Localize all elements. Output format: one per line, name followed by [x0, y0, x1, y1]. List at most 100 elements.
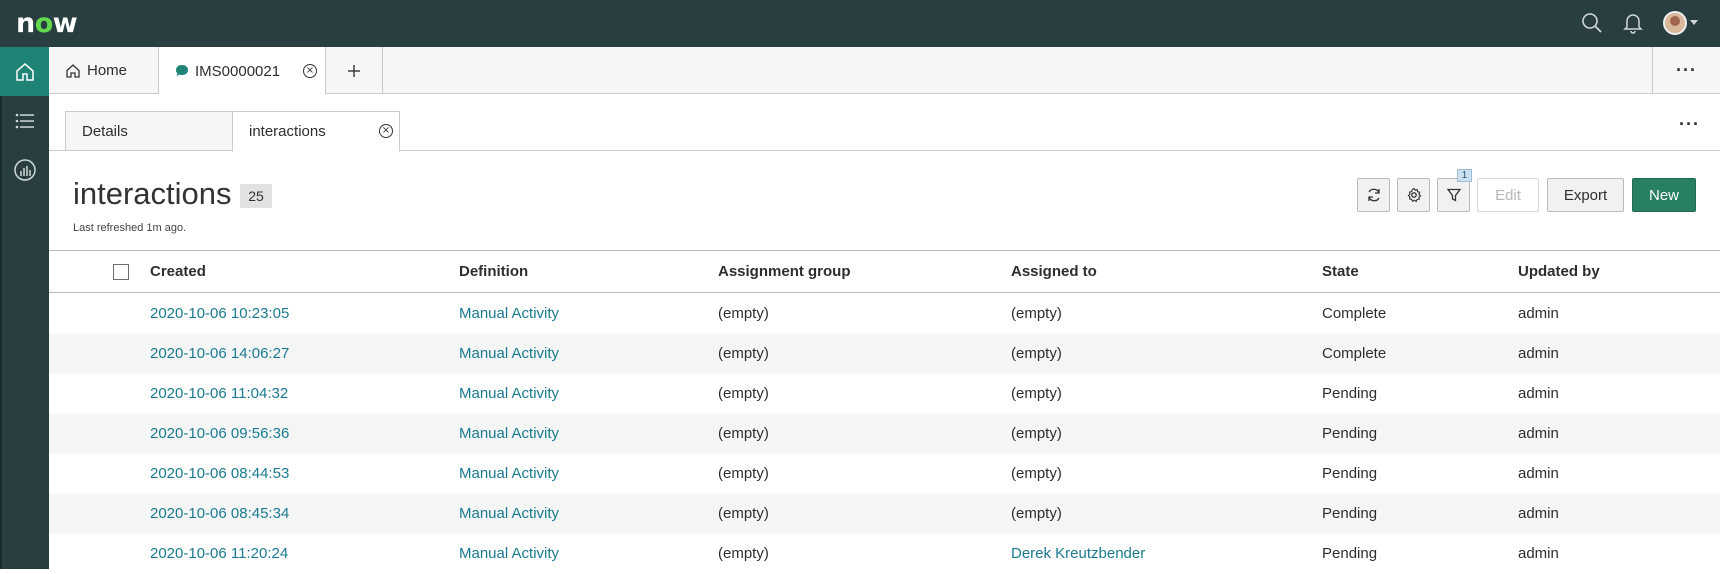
cell-state: Pending — [1322, 545, 1378, 562]
cell-definition[interactable]: Manual Activity — [459, 465, 559, 482]
close-icon[interactable]: × — [379, 124, 393, 138]
column-header-state[interactable]: State — [1322, 263, 1359, 280]
cell-updated-by: admin — [1518, 345, 1559, 362]
cell-created[interactable]: 2020-10-06 08:45:34 — [150, 505, 289, 522]
column-header-definition[interactable]: Definition — [459, 263, 528, 280]
list-icon — [15, 113, 34, 128]
page-title: interactions — [73, 176, 232, 211]
cell-definition[interactable]: Manual Activity — [459, 305, 559, 322]
refresh-icon — [1367, 188, 1380, 202]
analytics-icon — [13, 158, 36, 181]
tab-label: Home — [87, 62, 128, 79]
table-row: 2020-10-06 14:06:27 Manual Activity (empty… — [49, 334, 1720, 374]
export-button[interactable]: Export — [1547, 178, 1624, 212]
table-row: 2020-10-06 11:04:32 Manual Activity (empty… — [49, 374, 1720, 414]
cell-assigned-to: (empty) — [1011, 345, 1062, 362]
gear-icon — [1407, 187, 1421, 203]
top-bar: now — [0, 0, 1720, 47]
tab-home[interactable]: Home — [49, 47, 159, 94]
nav-analytics[interactable] — [0, 145, 49, 194]
column-header-assigned-to[interactable]: Assigned to — [1011, 263, 1097, 280]
select-all-checkbox[interactable] — [113, 264, 129, 280]
nav-home[interactable] — [0, 47, 49, 96]
cell-definition[interactable]: Manual Activity — [459, 345, 559, 362]
avatar[interactable] — [1663, 11, 1687, 35]
edit-button[interactable]: Edit — [1477, 178, 1539, 212]
tab-ims0000021[interactable]: IMS0000021 × — [159, 47, 326, 95]
filter-count-badge: 1 — [1457, 169, 1472, 182]
filter-icon — [1446, 188, 1461, 202]
column-header-assignment-group[interactable]: Assignment group — [718, 263, 851, 280]
cell-assigned-to: (empty) — [1011, 305, 1062, 322]
cell-state: Pending — [1322, 385, 1378, 402]
column-header-updated-by[interactable]: Updated by — [1518, 263, 1600, 280]
search-icon[interactable] — [1579, 10, 1605, 36]
home-icon — [66, 63, 80, 78]
cell-updated-by: admin — [1518, 465, 1559, 482]
cell-assignment-group: (empty) — [718, 545, 769, 562]
cell-updated-by: admin — [1518, 385, 1559, 402]
settings-button[interactable] — [1397, 178, 1430, 212]
cell-state: Pending — [1322, 505, 1378, 522]
cell-definition[interactable]: Manual Activity — [459, 425, 559, 442]
cell-created[interactable]: 2020-10-06 14:06:27 — [150, 345, 289, 362]
cell-definition[interactable]: Manual Activity — [459, 505, 559, 522]
cell-created[interactable]: 2020-10-06 11:20:24 — [150, 545, 288, 562]
chat-bubble-icon — [176, 65, 188, 77]
more-options-icon[interactable]: ··· — [1679, 114, 1700, 135]
left-nav — [0, 47, 49, 569]
sub-tabs: Details interactions × ··· — [49, 94, 1720, 152]
close-icon[interactable]: × — [303, 64, 317, 78]
table-row: 2020-10-06 11:20:24 Manual Activity (empty… — [49, 534, 1720, 574]
last-refreshed-text: Last refreshed 1m ago. — [73, 222, 187, 234]
servicenow-logo[interactable]: now — [16, 8, 78, 39]
cell-state: Complete — [1322, 345, 1387, 362]
cell-state: Pending — [1322, 425, 1378, 442]
cell-assignment-group: (empty) — [718, 385, 769, 402]
subtab-interactions[interactable]: interactions × — [232, 111, 400, 152]
refresh-button[interactable] — [1357, 178, 1390, 212]
cell-assignment-group: (empty) — [718, 505, 769, 522]
add-tab-button[interactable] — [326, 47, 383, 94]
cell-created[interactable]: 2020-10-06 11:04:32 — [150, 385, 288, 402]
table-row: 2020-10-06 08:45:34 Manual Activity (empty… — [49, 494, 1720, 534]
cell-created[interactable]: 2020-10-06 08:44:53 — [150, 465, 289, 482]
cell-updated-by: admin — [1518, 425, 1559, 442]
tab-label: IMS0000021 — [195, 62, 281, 80]
cell-updated-by: admin — [1518, 305, 1559, 322]
cell-created[interactable]: 2020-10-06 10:23:05 — [150, 305, 289, 322]
cell-assignment-group: (empty) — [718, 305, 769, 322]
cell-assigned-to: (empty) — [1011, 505, 1062, 522]
filter-button[interactable] — [1437, 178, 1470, 212]
column-header-created[interactable]: Created — [150, 263, 206, 280]
cell-assigned-to: (empty) — [1011, 385, 1062, 402]
subtab-label: interactions — [249, 123, 326, 140]
cell-created[interactable]: 2020-10-06 09:56:36 — [150, 425, 289, 442]
table-row: 2020-10-06 08:44:53 Manual Activity (empty… — [49, 454, 1720, 494]
cell-assigned-to: (empty) — [1011, 425, 1062, 442]
more-options-icon[interactable]: ··· — [1652, 47, 1720, 94]
new-button[interactable]: New — [1632, 178, 1696, 212]
cell-updated-by: admin — [1518, 545, 1559, 562]
cell-assigned-to[interactable]: Derek Kreutzbender — [1011, 545, 1145, 562]
cell-definition[interactable]: Manual Activity — [459, 545, 559, 562]
table-header: Created Definition Assignment group Assi… — [49, 250, 1720, 293]
cell-assigned-to: (empty) — [1011, 465, 1062, 482]
chevron-down-icon[interactable] — [1690, 20, 1698, 25]
cell-assignment-group: (empty) — [718, 425, 769, 442]
cell-definition[interactable]: Manual Activity — [459, 385, 559, 402]
cell-updated-by: admin — [1518, 505, 1559, 522]
cell-assignment-group: (empty) — [718, 465, 769, 482]
nav-list[interactable] — [0, 96, 49, 145]
bell-icon[interactable] — [1620, 10, 1646, 36]
record-count-badge: 25 — [240, 184, 272, 208]
table-row: 2020-10-06 10:23:05 Manual Activity (empty… — [49, 294, 1720, 334]
tab-bar: Home IMS0000021 × ··· — [49, 47, 1720, 95]
subtab-label: Details — [82, 122, 128, 140]
cell-state: Pending — [1322, 465, 1378, 482]
cell-state: Complete — [1322, 305, 1387, 322]
cell-assignment-group: (empty) — [718, 345, 769, 362]
home-icon — [15, 62, 34, 81]
plus-icon — [348, 64, 360, 77]
subtab-details[interactable]: Details — [65, 111, 233, 151]
